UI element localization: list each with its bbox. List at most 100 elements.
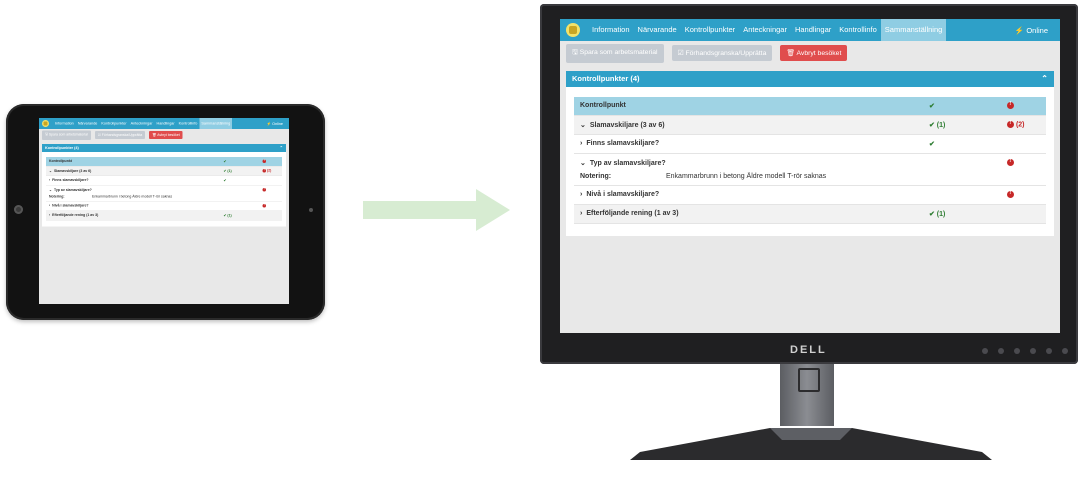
warning-icon [262, 188, 266, 192]
row-label: Kontrollpunkt [580, 102, 1040, 109]
chevron-right-icon[interactable]: › [580, 210, 582, 217]
table-row[interactable]: ⌄ Typ av slamavskiljare? Notering: Enkammar… [574, 154, 1046, 186]
row-label: Kontrollpunkt [49, 160, 279, 164]
monitor-power-button[interactable] [1062, 348, 1068, 354]
table-row[interactable]: › Finns slamavskiljare? ✔ [574, 135, 1046, 154]
row-label: › Finns slamavskiljare? [580, 140, 1040, 147]
note-value: Enkammarbrunn i betong Äldre modell T-rö… [666, 173, 827, 180]
nav-tab[interactable]: Kontrollpunkter [99, 118, 128, 129]
save-icon: 🖫 [572, 48, 580, 56]
app-logo-icon[interactable] [42, 120, 49, 127]
app-view-monitor: Information Närvarande Kontrollpunkter Ante… [560, 19, 1060, 333]
save-as-draft-button[interactable]: 🖫 Spara som arbetsmaterial [566, 43, 664, 63]
chevron-down-icon[interactable]: ⌄ [580, 160, 586, 167]
row-label: ⌄ Typ av slamavskiljare? Notering: Enkammar… [580, 159, 1040, 180]
nav-tab[interactable]: Anteckningar [739, 19, 791, 41]
monitor-stand-cable-hole [798, 368, 820, 392]
chevron-down-icon[interactable]: ⌄ [49, 189, 52, 193]
table-row: Kontrollpunkt ✔ [46, 157, 282, 167]
row-label-text: Slamavskiljare (3 av 6) [589, 122, 665, 129]
table-row[interactable]: ⌄ Typ av slamavskiljare? Notering: Enkammar… [46, 185, 282, 202]
panel-header[interactable]: Kontrollpunkter (4) ⌃ [566, 71, 1054, 87]
app-logo-icon[interactable] [566, 23, 580, 37]
table-row: Kontrollpunkt ✔ [574, 97, 1046, 116]
tablet-device: Information Närvarande Kontrollpunkter Ante… [6, 104, 325, 320]
chevron-down-icon[interactable]: ⌄ [580, 122, 586, 129]
chevron-right-icon[interactable]: › [49, 204, 50, 208]
row-note: Notering: Enkammarbrunn i betong Äldre mo… [580, 173, 1040, 180]
preview-create-button[interactable]: ☑ Förhandsgranska/Upprätta [94, 131, 146, 139]
monitor-stand-base [630, 428, 992, 460]
action-toolbar: 🖫 Spara som arbetsmaterial ☑ Förhandsgra… [39, 129, 289, 141]
cancel-visit-button[interactable]: 🗑 Avbryt besöket [149, 131, 183, 139]
table-row[interactable]: › Nivå i slamavskiljare? [574, 186, 1046, 205]
nav-tab[interactable]: Närvarande [634, 19, 681, 41]
monitor-button[interactable] [1046, 348, 1052, 354]
table-row[interactable]: › Finns slamavskiljare? ✔ [46, 176, 282, 186]
nav-tab[interactable]: Handlingar [791, 19, 835, 41]
note-label: Notering: [49, 195, 65, 199]
nav-tab[interactable]: Information [53, 118, 76, 129]
row-label-text: Finns slamavskiljare? [586, 140, 660, 147]
chevron-down-icon[interactable]: ⌄ [49, 170, 52, 174]
top-navbar: Information Närvarande Kontrollpunkter Ante… [39, 118, 289, 129]
note-label: Notering: [580, 173, 612, 180]
row-label-text: Nivå i slamavskiljare? [52, 204, 89, 208]
panel-header[interactable]: Kontrollpunkter (4) ⌃ [42, 144, 286, 152]
chevron-right-icon[interactable]: › [49, 214, 50, 218]
nav-tab[interactable]: Närvarande [76, 118, 100, 129]
monitor-screen: Information Närvarande Kontrollpunkter Ante… [560, 19, 1060, 333]
alert-dot-icon [262, 188, 266, 192]
nav-tab[interactable]: Anteckningar [129, 118, 155, 129]
warning-icon [262, 159, 266, 164]
check-icon: ✔ (1) [223, 214, 232, 218]
arrow-shaft [363, 201, 476, 219]
check-icon: ✔ [223, 179, 227, 183]
alert-dot-icon [1007, 101, 1014, 109]
preview-create-button[interactable]: ☑ Förhandsgranska/Upprätta [671, 45, 773, 61]
nav-tab[interactable]: Kontrollpunkter [681, 19, 739, 41]
monitor-button[interactable] [982, 348, 988, 354]
row-label-text: Efterföljande rening (1 av 3) [586, 210, 679, 217]
row-label-text: Typ av slamavskiljare? [53, 188, 92, 193]
monitor-button[interactable] [1014, 348, 1020, 354]
table-row[interactable]: ⌄Slamavskiljare (3 av 6)✔ (1) (2) [574, 116, 1046, 135]
warning-icon [1007, 101, 1014, 109]
nav-tab[interactable]: Sammanställning [199, 118, 233, 129]
cancel-visit-button[interactable]: 🗑 Avbryt besöket [780, 45, 848, 61]
table-row[interactable]: ⌄Slamavskiljare (3 av 6)✔ (1) (2) [46, 166, 282, 176]
table-row[interactable]: › Efterföljande rening (1 av 3) ✔ (1) [46, 211, 282, 221]
table-row[interactable]: › Nivå i slamavskiljare? [46, 201, 282, 211]
row-note: Notering: Enkammarbrunn i betong Äldre mo… [49, 195, 279, 199]
save-as-draft-button[interactable]: 🖫 Spara som arbetsmaterial [42, 130, 91, 140]
monitor-brand-logo: DELL [790, 344, 827, 356]
monitor-button[interactable] [998, 348, 1004, 354]
online-status: ⚡ Online [266, 121, 283, 126]
tablet-camera [14, 205, 23, 214]
chevron-up-icon[interactable]: ⌃ [280, 144, 283, 152]
trash-icon: 🗑 [786, 50, 797, 57]
nav-tab[interactable]: Handlingar [154, 118, 176, 129]
note-value: Enkammarbrunn i betong Äldre modell T-rö… [92, 195, 173, 199]
arrow-head [476, 189, 510, 231]
chevron-right-icon[interactable]: › [580, 191, 582, 198]
table-row[interactable]: › Efterföljande rening (1 av 3) ✔ (1) [574, 205, 1046, 224]
chevron-right-icon[interactable]: › [580, 140, 582, 147]
warning-icon: (2) [1007, 120, 1025, 128]
nav-tab[interactable]: Sammanställning [880, 19, 947, 41]
panel-body: Kontrollpunkt✔⌄Slamavskiljare (3 av 6)✔ … [42, 152, 286, 227]
check-icon: ✔ (1) [223, 169, 232, 174]
nav-tab[interactable]: Kontrollinfo [835, 19, 881, 41]
nav-tab[interactable]: Information [588, 19, 634, 41]
row-label: › Efterföljande rening (1 av 3) [580, 210, 1040, 217]
nav-tab[interactable]: Kontrollinfo [177, 118, 200, 129]
chevron-up-icon[interactable]: ⌃ [1041, 71, 1048, 87]
monitor-button[interactable] [1030, 348, 1036, 354]
online-status: ⚡ Online [1014, 25, 1048, 35]
alert-dot-icon [262, 204, 266, 208]
row-label-text: Typ av slamavskiljare? [589, 160, 666, 167]
row-label-text: Nivå i slamavskiljare? [586, 191, 660, 198]
check-icon: ✔ [223, 160, 227, 164]
checkbox-icon: ☑ [677, 50, 686, 57]
chevron-right-icon[interactable]: › [49, 179, 50, 183]
